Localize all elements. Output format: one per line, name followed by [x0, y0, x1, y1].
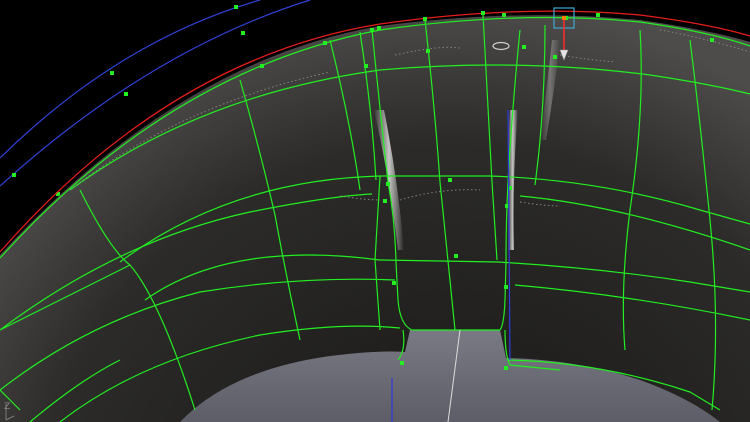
- axis-triad-label: Z: [4, 402, 11, 412]
- 3d-viewport[interactable]: Z: [0, 0, 750, 422]
- model-canvas[interactable]: [0, 0, 750, 422]
- gizmo-pivot-point[interactable]: [562, 16, 566, 20]
